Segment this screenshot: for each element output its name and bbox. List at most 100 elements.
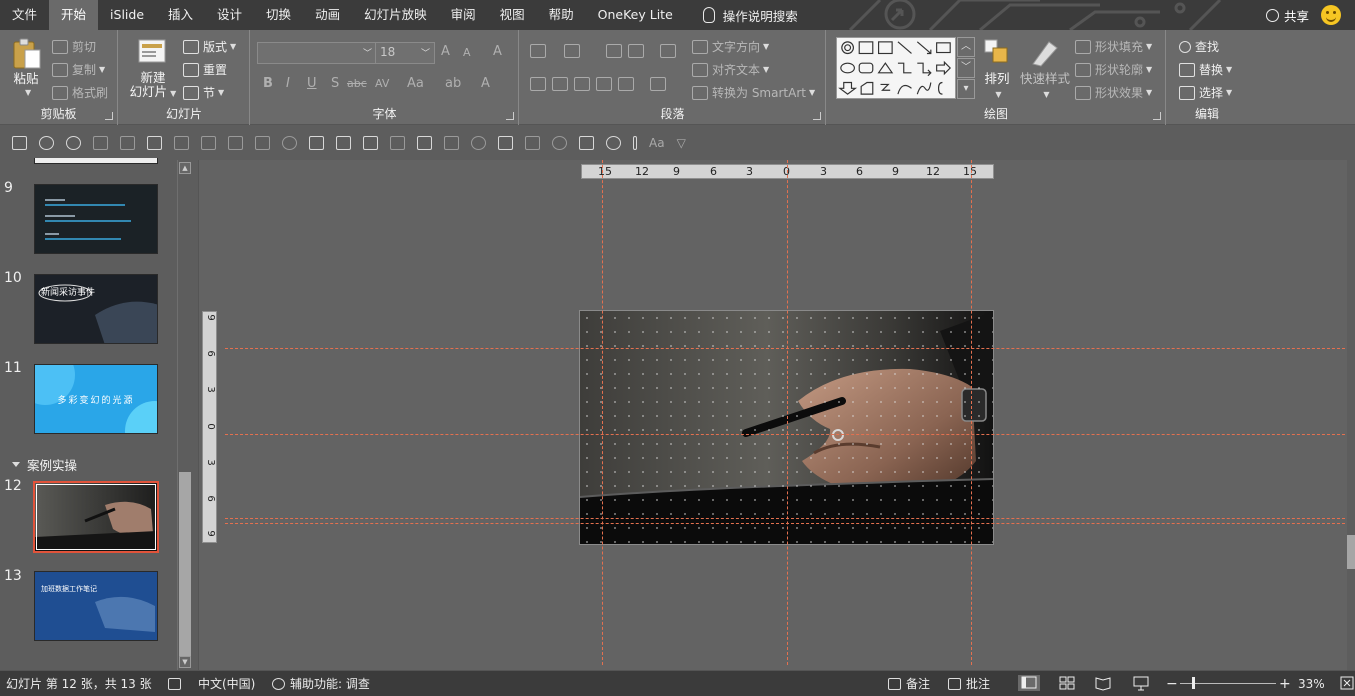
- accessibility-status[interactable]: 辅助功能: 调查: [272, 671, 370, 696]
- section-button[interactable]: 节 ▼: [183, 84, 224, 101]
- cut-button[interactable]: 剪切: [52, 38, 96, 55]
- section-header[interactable]: 案例实操: [12, 455, 77, 474]
- crop-icon[interactable]: [525, 135, 540, 150]
- scroll-up-icon[interactable]: ▲: [179, 162, 191, 174]
- shapes-gallery[interactable]: [836, 37, 956, 99]
- merge-shapes-icon[interactable]: [282, 135, 297, 150]
- columns-icon[interactable]: [650, 77, 666, 91]
- layout-button[interactable]: 版式 ▼: [183, 38, 236, 55]
- reset-button[interactable]: 重置: [183, 61, 227, 78]
- scroll-down-icon[interactable]: ▼: [179, 656, 191, 668]
- zoom-out-button[interactable]: −: [1166, 671, 1178, 696]
- shape-fill-button[interactable]: 形状填充 ▼: [1075, 38, 1152, 55]
- format-painter-icon[interactable]: [255, 135, 270, 150]
- arrange-button[interactable]: 排列 ▼: [979, 72, 1015, 102]
- select-button[interactable]: 选择 ▼: [1179, 84, 1232, 101]
- align-objects-icon[interactable]: [498, 135, 513, 150]
- tab-file[interactable]: 文件: [0, 0, 49, 30]
- slide-thumbnail-13[interactable]: 加班数据工作笔记: [34, 571, 158, 641]
- quick-styles-button[interactable]: 快速样式 ▼: [1019, 72, 1071, 102]
- align-text-button[interactable]: 对齐文本 ▼: [692, 61, 769, 78]
- tab-home[interactable]: 开始: [49, 0, 99, 30]
- zoom-slider[interactable]: [1180, 677, 1276, 689]
- clipboard-dialog-launcher[interactable]: [105, 112, 113, 120]
- zoom-level[interactable]: 33%: [1298, 671, 1325, 696]
- vertical-guide[interactable]: [971, 160, 972, 665]
- selection-pane-icon[interactable]: [363, 135, 378, 150]
- align-middle-icon[interactable]: [201, 135, 216, 150]
- distribute-icon[interactable]: [618, 77, 634, 91]
- language-status[interactable]: 中文(中国): [198, 671, 255, 696]
- horizontal-guide[interactable]: [225, 348, 1345, 349]
- font-color-button[interactable]: A: [481, 76, 490, 91]
- drawing-dialog-launcher[interactable]: [1153, 112, 1161, 120]
- copy-button[interactable]: 复制 ▼: [52, 61, 105, 78]
- underline-button[interactable]: U: [307, 76, 317, 91]
- bring-forward-icon[interactable]: [93, 135, 108, 150]
- justify-icon[interactable]: [596, 77, 612, 91]
- vertical-guide[interactable]: [787, 160, 788, 665]
- fit-slide-icon[interactable]: [1338, 675, 1355, 691]
- increase-indent-icon[interactable]: [628, 44, 644, 58]
- italic-button[interactable]: I: [286, 76, 290, 91]
- change-case-button[interactable]: Aa: [407, 76, 424, 91]
- align-center-v-icon[interactable]: [174, 135, 189, 150]
- spelling-status[interactable]: [168, 671, 186, 696]
- horizontal-guide[interactable]: [225, 523, 1345, 524]
- shadow-icon[interactable]: [579, 135, 594, 150]
- paragraph-dialog-launcher[interactable]: [813, 112, 821, 120]
- font-name-field[interactable]: ﹀: [257, 42, 377, 64]
- grow-font-button[interactable]: A: [441, 44, 450, 59]
- horizontal-guide[interactable]: [225, 518, 1345, 519]
- align-right-icon[interactable]: [574, 77, 590, 91]
- text-box-icon[interactable]: [336, 135, 351, 150]
- horizontal-guide[interactable]: [225, 434, 1345, 435]
- clear-format-button[interactable]: A: [493, 44, 502, 59]
- zoom-slider-knob[interactable]: [1192, 677, 1195, 689]
- slide-thumbnail-10[interactable]: 新闻采访事件: [34, 274, 158, 344]
- font-size-field[interactable]: 18 ﹀: [375, 42, 435, 64]
- tab-view[interactable]: 视图: [488, 0, 537, 30]
- tab-animations[interactable]: 动画: [303, 0, 352, 30]
- edit-points-icon[interactable]: [309, 135, 324, 150]
- spacing-icon[interactable]: [390, 135, 405, 150]
- format-painter-button[interactable]: 格式刷: [52, 84, 108, 101]
- slide-thumbnail-9[interactable]: [34, 184, 158, 254]
- gallery-more[interactable]: ▾: [957, 79, 975, 99]
- slideshow-from-start-icon[interactable]: [39, 135, 54, 150]
- font-dialog-launcher[interactable]: [506, 112, 514, 120]
- thumbnail-scrollbar[interactable]: ▲ ▼: [177, 160, 192, 670]
- tab-review[interactable]: 审阅: [439, 0, 488, 30]
- oval-dim-icon[interactable]: [552, 135, 567, 150]
- vertical-guide[interactable]: [602, 160, 603, 665]
- tab-insert[interactable]: 插入: [156, 0, 205, 30]
- send-backward-icon[interactable]: [120, 135, 135, 150]
- char-spacing-button[interactable]: AV: [375, 77, 389, 90]
- editor-scrollbar[interactable]: [1347, 160, 1355, 670]
- line-spacing-icon[interactable]: [660, 44, 676, 58]
- distribute-icon[interactable]: [228, 135, 243, 150]
- print-preview-icon[interactable]: [417, 135, 432, 150]
- convert-smartart-button[interactable]: 转换为 SmartArt ▼: [692, 84, 815, 101]
- notes-button[interactable]: 备注: [888, 671, 930, 696]
- accessibility-check-icon[interactable]: [66, 135, 81, 150]
- crop-to-fit-icon[interactable]: [147, 135, 162, 150]
- customize-qat-icon[interactable]: ▽: [677, 136, 686, 150]
- shape-outline-button[interactable]: 形状轮廓 ▼: [1075, 61, 1152, 78]
- editor-scroll-thumb[interactable]: [1347, 535, 1355, 569]
- tab-design[interactable]: 设计: [205, 0, 254, 30]
- zoom-in-button[interactable]: +: [1279, 671, 1291, 696]
- text-direction-button[interactable]: 文字方向 ▼: [692, 38, 769, 55]
- slideshow-view-icon[interactable]: [1132, 675, 1150, 691]
- new-slide-button[interactable]: 新建 幻灯片 ▼: [127, 71, 179, 101]
- tab-slideshow[interactable]: 幻灯片放映: [352, 0, 439, 30]
- replace-button[interactable]: 替换 ▼: [1179, 61, 1232, 78]
- line-icon[interactable]: [633, 135, 637, 150]
- shape-circle-icon[interactable]: [471, 135, 486, 150]
- shadow-button[interactable]: S: [331, 76, 339, 91]
- slide-sorter-icon[interactable]: [1058, 675, 1076, 691]
- normal-view-icon[interactable]: [1018, 675, 1040, 691]
- slide-thumbnail-12[interactable]: [33, 481, 159, 553]
- tab-islide[interactable]: iSlide: [98, 0, 156, 30]
- slide-thumbnail-11[interactable]: 多彩变幻的光源: [34, 364, 158, 434]
